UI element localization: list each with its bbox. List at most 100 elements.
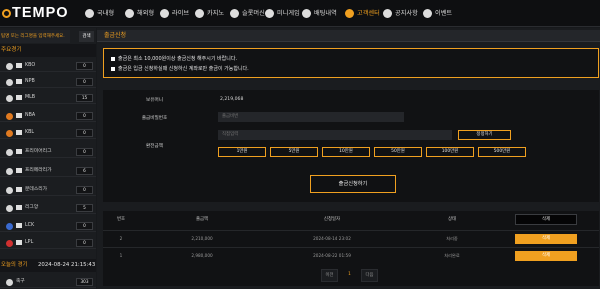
- page-1-button[interactable]: 1: [343, 269, 356, 282]
- withdraw-password-input[interactable]: [218, 112, 404, 122]
- nav-overseas[interactable]: 해외형: [125, 8, 154, 19]
- sidebar-item-kbl[interactable]: KBL 0: [0, 127, 96, 139]
- esports-icon: [6, 223, 13, 230]
- nav-live[interactable]: 라이브: [160, 8, 189, 19]
- globe-icon: [125, 8, 134, 18]
- reset-button[interactable]: 정정하기: [458, 130, 511, 140]
- nav-support[interactable]: 고객센터: [345, 8, 380, 19]
- team-search: 팀명 또는 리그명을 입력해주세요. 검색: [0, 30, 96, 43]
- delete-all-button[interactable]: 삭제: [515, 214, 577, 225]
- flag-icon: [16, 79, 22, 84]
- page-title: 출금신청: [97, 30, 600, 42]
- soccer-icon: [85, 8, 94, 18]
- table-row: 1 2,980,000 2024-08-22 01:59 처리완료 삭제: [103, 247, 599, 263]
- quick-amount-50[interactable]: 50만원: [374, 147, 422, 157]
- logo-ring-icon: [2, 8, 11, 18]
- quick-amount-5[interactable]: 5만원: [270, 147, 318, 157]
- sidebar-item-today-soccer[interactable]: 축구 303: [0, 276, 96, 288]
- sidebar-item-ligue1[interactable]: 리그앙 5: [0, 202, 96, 214]
- sidebar-item-premier-league[interactable]: 프리미어리그 0: [0, 146, 96, 158]
- quick-amount-1[interactable]: 1만원: [218, 147, 266, 157]
- withdraw-form: 보유머니 2,219,068 출금비밀번호 환전금액 정정하기 1만원 5만원 …: [103, 90, 599, 202]
- live-icon: [160, 8, 169, 18]
- bullet-icon: [111, 66, 115, 71]
- nav-slot[interactable]: 슬롯머신: [230, 8, 265, 19]
- withdraw-submit-button[interactable]: 출금신청하기: [310, 175, 396, 193]
- soccer-icon: [6, 187, 13, 194]
- flag-icon: [16, 149, 22, 154]
- quick-amount-10[interactable]: 10만원: [322, 147, 370, 157]
- column-header: 출금액: [195, 217, 209, 222]
- sidebar: 팀명 또는 리그명을 입력해주세요. 검색 주요경기 KBO 0 NPB 0 MLB…: [0, 28, 96, 289]
- esports-icon: [6, 240, 13, 247]
- sidebar-item-mlb[interactable]: MLB 15: [0, 92, 96, 104]
- notice-line: 출금은 입금 신청하실때 신청하신 계좌로만 출금이 가능합니다.: [111, 65, 249, 72]
- minigame-icon: [265, 8, 274, 18]
- next-page-button[interactable]: 다음: [361, 269, 378, 282]
- nav-bet-history[interactable]: 배팅내역: [302, 8, 337, 19]
- withdraw-history-table: 번호 출금액 신청일자 상태 삭제 2 2,210,000 2024-08-14…: [103, 211, 599, 286]
- flag-icon: [16, 113, 22, 118]
- sidebar-item-lpl[interactable]: LPL 0: [0, 237, 96, 249]
- soccer-icon: [6, 168, 13, 175]
- sidebar-item-kbo[interactable]: KBO 0: [0, 60, 96, 72]
- event-icon: [423, 8, 432, 18]
- amount-input[interactable]: [218, 130, 452, 140]
- sidebar-item-nba[interactable]: NBA 0: [0, 110, 96, 122]
- column-header: 신청일자: [323, 217, 341, 222]
- nav-event[interactable]: 이벤트: [423, 8, 452, 19]
- flag-icon: [16, 95, 22, 100]
- nav-minigame[interactable]: 미니게임: [265, 8, 300, 19]
- flag-icon: [16, 223, 22, 228]
- prev-page-button[interactable]: 이전: [321, 269, 338, 282]
- sidebar-item-bundesliga[interactable]: 분데스리가 0: [0, 184, 96, 196]
- balance-value: 2,219,068: [220, 97, 244, 102]
- today-games-header: 오늘의 경기 2024-08-24 21:15:43: [0, 259, 96, 272]
- pagination: 이전 1 다음: [103, 269, 599, 283]
- flag-icon: [16, 187, 22, 192]
- basketball-icon: [6, 113, 13, 120]
- nav-casino[interactable]: 카지노: [195, 8, 224, 19]
- sidebar-item-laliga[interactable]: 프리메라리가 6: [0, 165, 96, 177]
- site-logo[interactable]: TEMPO: [2, 5, 69, 22]
- password-label: 출금비밀번호: [141, 116, 168, 121]
- flag-icon: [16, 168, 22, 173]
- column-header: 번호: [116, 217, 126, 222]
- bullet-icon: [111, 56, 115, 61]
- quick-amount-500[interactable]: 500만원: [478, 147, 526, 157]
- flag-icon: [16, 240, 22, 245]
- nav-domestic[interactable]: 국내형: [85, 8, 114, 19]
- search-input[interactable]: 팀명 또는 리그명을 입력해주세요.: [0, 30, 70, 43]
- soccer-icon: [6, 149, 13, 156]
- quick-amount-100[interactable]: 100만원: [426, 147, 474, 157]
- baseball-icon: [6, 79, 13, 86]
- soccer-icon: [6, 205, 13, 212]
- sidebar-item-npb[interactable]: NPB 0: [0, 76, 96, 88]
- top-header: TEMPO 국내형 해외형 라이브 카지노 슬롯머신 미니게임 배팅내역 고객센…: [0, 0, 600, 27]
- notice-box: 출금은 최소 10,000원이상 출금신청 해주시기 바랍니다. 출금은 입금 …: [103, 48, 599, 78]
- notice-line: 출금은 최소 10,000원이상 출금신청 해주시기 바랍니다.: [111, 55, 237, 62]
- sidebar-item-lck[interactable]: LCK 0: [0, 220, 96, 232]
- current-time: 2024-08-24 21:15:43: [38, 262, 96, 268]
- amount-label: 환전금액: [146, 144, 163, 149]
- history-icon: [302, 8, 311, 18]
- search-button[interactable]: 검색: [79, 31, 94, 42]
- soccer-icon: [6, 279, 13, 286]
- nav-notice[interactable]: 공지사항: [383, 8, 418, 19]
- notice-icon: [383, 8, 392, 18]
- support-icon: [345, 8, 354, 18]
- column-header: 상태: [447, 217, 457, 222]
- basketball-icon: [6, 130, 13, 137]
- baseball-icon: [6, 63, 13, 70]
- balance-label: 보유머니: [146, 98, 163, 103]
- delete-button[interactable]: 삭제: [515, 251, 577, 261]
- main-content: 출금신청 출금은 최소 10,000원이상 출금신청 해주시기 바랍니다. 출금…: [97, 28, 600, 289]
- casino-icon: [195, 8, 204, 18]
- major-games-header: 주요경기: [0, 44, 96, 57]
- slot-icon: [230, 8, 239, 18]
- delete-button[interactable]: 삭제: [515, 234, 577, 244]
- flag-icon: [16, 63, 22, 68]
- baseball-icon: [6, 95, 13, 102]
- table-row: 2 2,210,000 2024-08-14 23:02 처리중 삭제: [103, 230, 599, 246]
- flag-icon: [16, 130, 22, 135]
